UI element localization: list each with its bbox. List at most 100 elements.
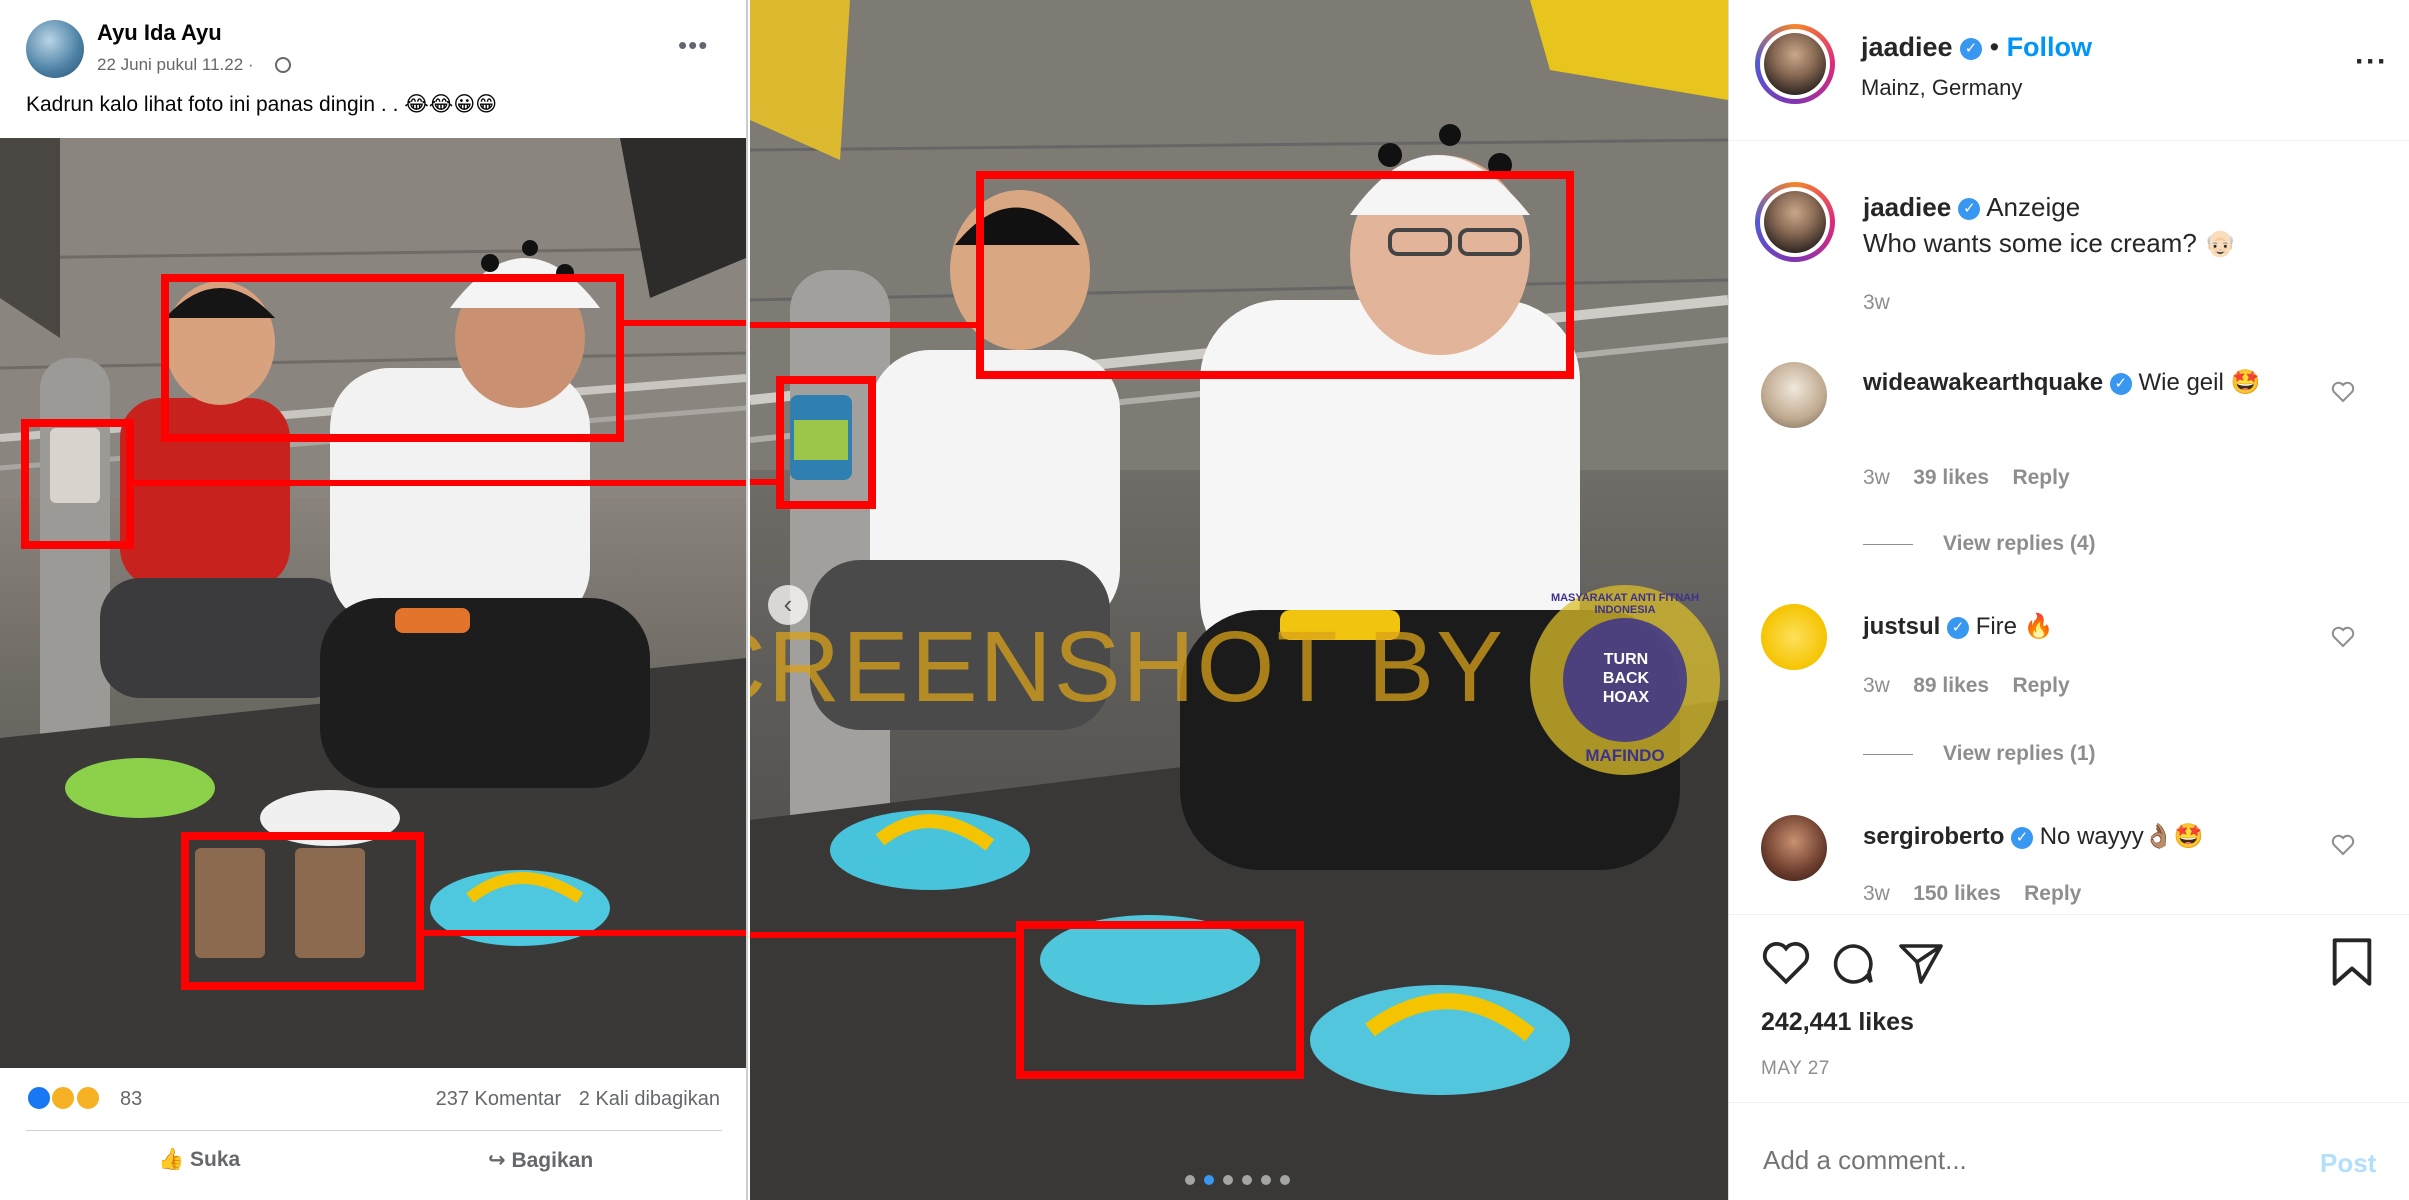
comment-reply-button[interactable]: Reply (2012, 466, 2069, 489)
fb-reactions[interactable] (26, 1085, 101, 1115)
comment-time[interactable]: 3w (1863, 882, 1890, 905)
verified-badge-icon: ✓ (2109, 372, 2132, 395)
heart-icon[interactable] (2331, 626, 2355, 648)
fb-share-button[interactable]: ↪ Bagikan (488, 1148, 593, 1173)
comment-username[interactable]: wideawakearthquake (1863, 369, 2103, 396)
ig-caption-avatar[interactable] (1755, 182, 1835, 262)
facebook-post: Ayu Ida Ayu 22 Juni pukul 11.22 · ••• Ka… (0, 0, 748, 1200)
haha-reaction-icon (50, 1085, 77, 1111)
fb-like-label: Suka (190, 1148, 241, 1171)
comment-likes[interactable]: 150 likes (1913, 882, 2001, 905)
comment-meta: 3w 150 likes Reply (1863, 882, 2081, 906)
carousel-indicator (1185, 1172, 1299, 1190)
comment-text: No wayyy👌🏽🤩 (2039, 823, 2204, 850)
ig-username[interactable]: jaadiee (1861, 32, 1953, 62)
fb-divider (26, 1130, 722, 1131)
comment-input-divider (1729, 1102, 2409, 1103)
carousel-dot (1223, 1175, 1233, 1185)
ig-header-user: jaadiee ✓ • Follow (1861, 32, 2092, 63)
ig-caption-username[interactable]: jaadiee (1863, 192, 1951, 222)
comment-likes[interactable]: 89 likes (1913, 674, 1989, 697)
more-options-icon[interactable]: ••• (678, 30, 708, 61)
watermark-seal-inner-text: TURN BACK HOAX (1602, 651, 1650, 706)
carousel-dot (1280, 1175, 1290, 1185)
fb-post-caption: Kadrun kalo lihat foto ini panas dingin … (26, 93, 498, 116)
ig-caption-text: Who wants some ice cream? 👴🏻 (1863, 228, 2237, 258)
commenter-avatar[interactable] (1761, 362, 1827, 428)
commenter-avatar[interactable] (1761, 604, 1827, 670)
comment-text: Wie geil 🤩 (2138, 369, 2261, 396)
view-replies-button[interactable]: View replies (1) (1863, 742, 2096, 766)
watermark-seal-bottom-text: MAFINDO (1585, 746, 1665, 765)
like-reaction-icon (26, 1085, 52, 1111)
view-replies-label: View replies (4) (1943, 532, 2096, 555)
chevron-left-icon: ‹ (783, 589, 793, 619)
comment-bubble-icon[interactable] (1829, 940, 1877, 988)
thumbs-up-icon: 👍 (158, 1148, 185, 1171)
carousel-dot-active (1204, 1175, 1214, 1185)
carousel-prev-button[interactable]: ‹ (768, 585, 808, 625)
verified-badge-icon: ✓ (2011, 826, 2034, 849)
header-divider (1729, 140, 2409, 141)
view-replies-button[interactable]: View replies (4) (1863, 532, 2096, 556)
comment-reply-button[interactable]: Reply (2024, 882, 2081, 905)
watermark-text: SCREENSHOT BY (750, 611, 1505, 723)
heart-icon[interactable] (2331, 381, 2355, 403)
comment-time[interactable]: 3w (1863, 466, 1890, 489)
comment-body: justsul ✓ Fire 🔥 (1863, 612, 2054, 641)
share-paper-plane-icon[interactable] (1897, 940, 1945, 988)
verified-badge-icon: ✓ (1960, 37, 1983, 60)
ig-location[interactable]: Mainz, Germany (1861, 75, 2022, 101)
instagram-sidebar: jaadiee ✓ • Follow Mainz, Germany ··· ja… (1728, 0, 2409, 1200)
fb-post-stats: 237 Komentar 2 Kali dibagikan (424, 1088, 720, 1111)
comment-likes[interactable]: 39 likes (1913, 466, 1989, 489)
carousel-dot (1261, 1175, 1271, 1185)
fb-photo-illustration (0, 138, 746, 1068)
fb-comment-count[interactable]: 237 Komentar (436, 1088, 562, 1110)
ig-caption-time[interactable]: 3w (1863, 291, 1890, 315)
verified-badge-icon: ✓ (1958, 198, 1981, 221)
add-comment-input[interactable] (1761, 1140, 2281, 1180)
fb-post-date[interactable]: 22 Juni pukul 11.22 · (97, 55, 254, 75)
watermark-seal-outer-text: MASYARAKAT ANTI FITNAH INDONESIA (1550, 592, 1700, 616)
like-heart-icon[interactable] (1761, 940, 1811, 986)
dot-separator: • (1989, 32, 2000, 62)
comment-text: Fire 🔥 (1975, 613, 2054, 640)
likes-count[interactable]: 242,441 likes (1761, 1008, 1914, 1037)
fb-share-label: Bagikan (511, 1149, 594, 1172)
heart-icon[interactable] (2331, 834, 2355, 856)
ig-caption-line: jaadiee ✓ Anzeige (1863, 192, 2080, 223)
comment-username[interactable]: justsul (1863, 613, 1940, 640)
view-replies-label: View replies (1) (1943, 742, 2096, 765)
fb-share-count[interactable]: 2 Kali dibagikan (579, 1088, 720, 1110)
comment-reply-button[interactable]: Reply (2012, 674, 2069, 697)
carousel-dot (1185, 1175, 1195, 1185)
fb-like-button[interactable]: 👍 Suka (158, 1148, 240, 1172)
follow-button[interactable]: Follow (2007, 32, 2092, 62)
bookmark-icon[interactable] (2329, 936, 2375, 988)
post-comment-button[interactable]: Post (2320, 1148, 2376, 1179)
verified-badge-icon: ✓ (1947, 616, 1970, 639)
comment-meta: 3w 39 likes Reply (1863, 466, 2070, 490)
instagram-post-photo[interactable]: SCREENSHOT BY MASYARAKAT ANTI FITNAH IND… (750, 0, 1728, 1200)
comment-body: sergiroberto ✓ No wayyy👌🏽🤩 (1863, 822, 2204, 851)
fb-author-avatar[interactable] (26, 20, 84, 78)
commenter-avatar[interactable] (1761, 815, 1827, 881)
comment-time[interactable]: 3w (1863, 674, 1890, 697)
fb-author-name[interactable]: Ayu Ida Ayu (97, 20, 222, 46)
globe-icon (275, 57, 291, 73)
comment-username[interactable]: sergiroberto (1863, 823, 2004, 850)
comment-body: wideawakearthquake ✓ Wie geil 🤩 (1863, 368, 2260, 397)
ig-caption-tag: Anzeige (1986, 192, 2081, 222)
more-options-icon[interactable]: ··· (2355, 45, 2388, 79)
share-arrow-icon: ↪ (488, 1149, 506, 1172)
fb-reaction-count[interactable]: 83 (120, 1088, 142, 1111)
post-date[interactable]: MAY 27 (1761, 1058, 1830, 1080)
fb-post-header: Ayu Ida Ayu 22 Juni pukul 11.22 · ••• Ka… (0, 0, 748, 135)
carousel-dot (1242, 1175, 1252, 1185)
actions-divider (1729, 914, 2409, 915)
ig-author-avatar[interactable] (1755, 24, 1835, 104)
wow-reaction-icon (74, 1085, 101, 1111)
comment-meta: 3w 89 likes Reply (1863, 674, 2070, 698)
fb-post-photo[interactable] (0, 138, 746, 1068)
